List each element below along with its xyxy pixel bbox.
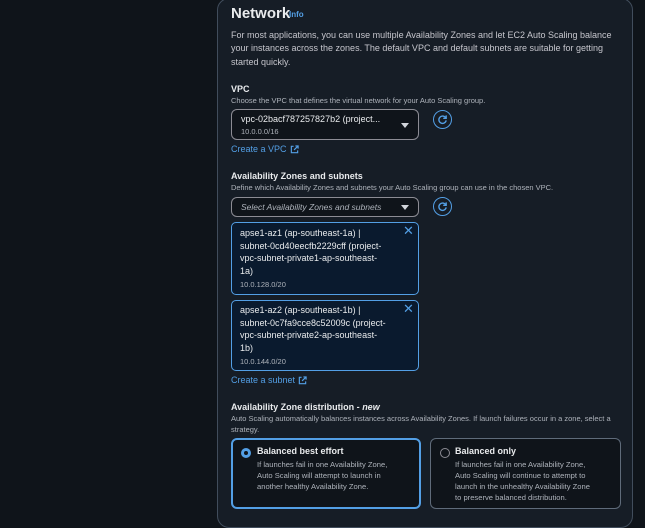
create-subnet-link[interactable]: Create a subnet [231, 375, 307, 385]
chevron-down-icon [401, 123, 409, 128]
subnet-token-line: 1b) [240, 342, 254, 353]
option-title: Balanced best effort [257, 446, 344, 456]
vpc-sublabel: Choose the VPC that defines the virtual … [231, 96, 486, 105]
chevron-down-icon [401, 205, 409, 210]
external-link-icon [298, 375, 307, 384]
vpc-select[interactable]: vpc-02bacf787257827b2 (project... 10.0.0… [231, 109, 419, 140]
create-vpc-label: Create a VPC [231, 144, 287, 154]
vpc-label: VPC [231, 84, 250, 94]
refresh-icon [438, 115, 447, 125]
subnet-token-line: vpc-subnet-private2-ap-southeast- [240, 330, 378, 340]
option-desc-line: to preserve balanced distribution. [455, 493, 567, 502]
azs-label: Availability Zones and subnets [231, 171, 363, 181]
section-description: For most applications, you can use multi… [231, 30, 612, 67]
subnet-token-line: subnet-0c7fa9cce8c52009c (project- [240, 317, 386, 328]
azs-select[interactable]: Select Availability Zones and subnets [231, 197, 419, 217]
vpc-cidr: 10.0.0.0/16 [241, 127, 279, 136]
section-title: Network [231, 5, 291, 22]
external-link-icon [290, 144, 299, 153]
close-icon[interactable]: ✕ [403, 224, 414, 237]
subnet-token: apse1-az2 (ap-southeast-1b) | subnet-0c7… [231, 300, 419, 371]
option-title: Balanced only [455, 446, 517, 456]
info-link[interactable]: Info [289, 10, 304, 19]
distribution-label-text: Availability Zone distribution - [231, 402, 363, 412]
azs-placeholder: Select Availability Zones and subnets [241, 202, 382, 212]
distribution-label: Availability Zone distribution - new [231, 402, 380, 412]
azs-refresh-button[interactable] [433, 197, 452, 216]
distribution-sublabel: Auto Scaling automatically balances inst… [231, 414, 611, 434]
option-desc-line: launch in the unhealthy Availability Zon… [455, 482, 590, 491]
vpc-select-value: vpc-02bacf787257827b2 (project... [241, 114, 381, 124]
subnet-token-line: apse1-az2 (ap-southeast-1b) | [240, 305, 361, 315]
option-desc-line: Auto Scaling will continue to attempt to [455, 471, 586, 480]
radio-icon[interactable] [440, 448, 450, 458]
subnet-token-line: vpc-subnet-private1-ap-southeast- [240, 253, 378, 263]
vpc-refresh-button[interactable] [433, 110, 452, 129]
refresh-icon [438, 202, 447, 212]
option-desc-line: Auto Scaling will attempt to launch in [257, 471, 381, 480]
subnet-token-line: apse1-az1 (ap-southeast-1a) | [240, 228, 361, 238]
close-icon[interactable]: ✕ [403, 302, 414, 315]
subnet-token-cidr: 10.0.144.0/20 [240, 357, 286, 366]
option-balanced-best-effort[interactable]: Balanced best effort If launches fail in… [231, 438, 421, 509]
subnet-token: apse1-az1 (ap-southeast-1a) | subnet-0cd… [231, 222, 419, 295]
new-badge: new [362, 402, 380, 412]
option-desc-line: If launches fail in one Availability Zon… [257, 460, 388, 469]
azs-sublabel: Define which Availability Zones and subn… [231, 183, 554, 192]
subnet-token-line: 1a) [240, 265, 254, 276]
option-desc-line: If launches fail in one Availability Zon… [455, 460, 586, 469]
create-vpc-link[interactable]: Create a VPC [231, 144, 299, 154]
option-desc-line: another healthy Availability Zone. [257, 482, 369, 491]
option-balanced-only[interactable]: Balanced only If launches fail in one Av… [430, 438, 621, 509]
create-subnet-label: Create a subnet [231, 375, 296, 385]
radio-icon[interactable] [241, 448, 251, 458]
subnet-token-line: subnet-0cd40eecfb2229cff (project- [240, 240, 382, 251]
subnet-token-cidr: 10.0.128.0/20 [240, 280, 286, 289]
